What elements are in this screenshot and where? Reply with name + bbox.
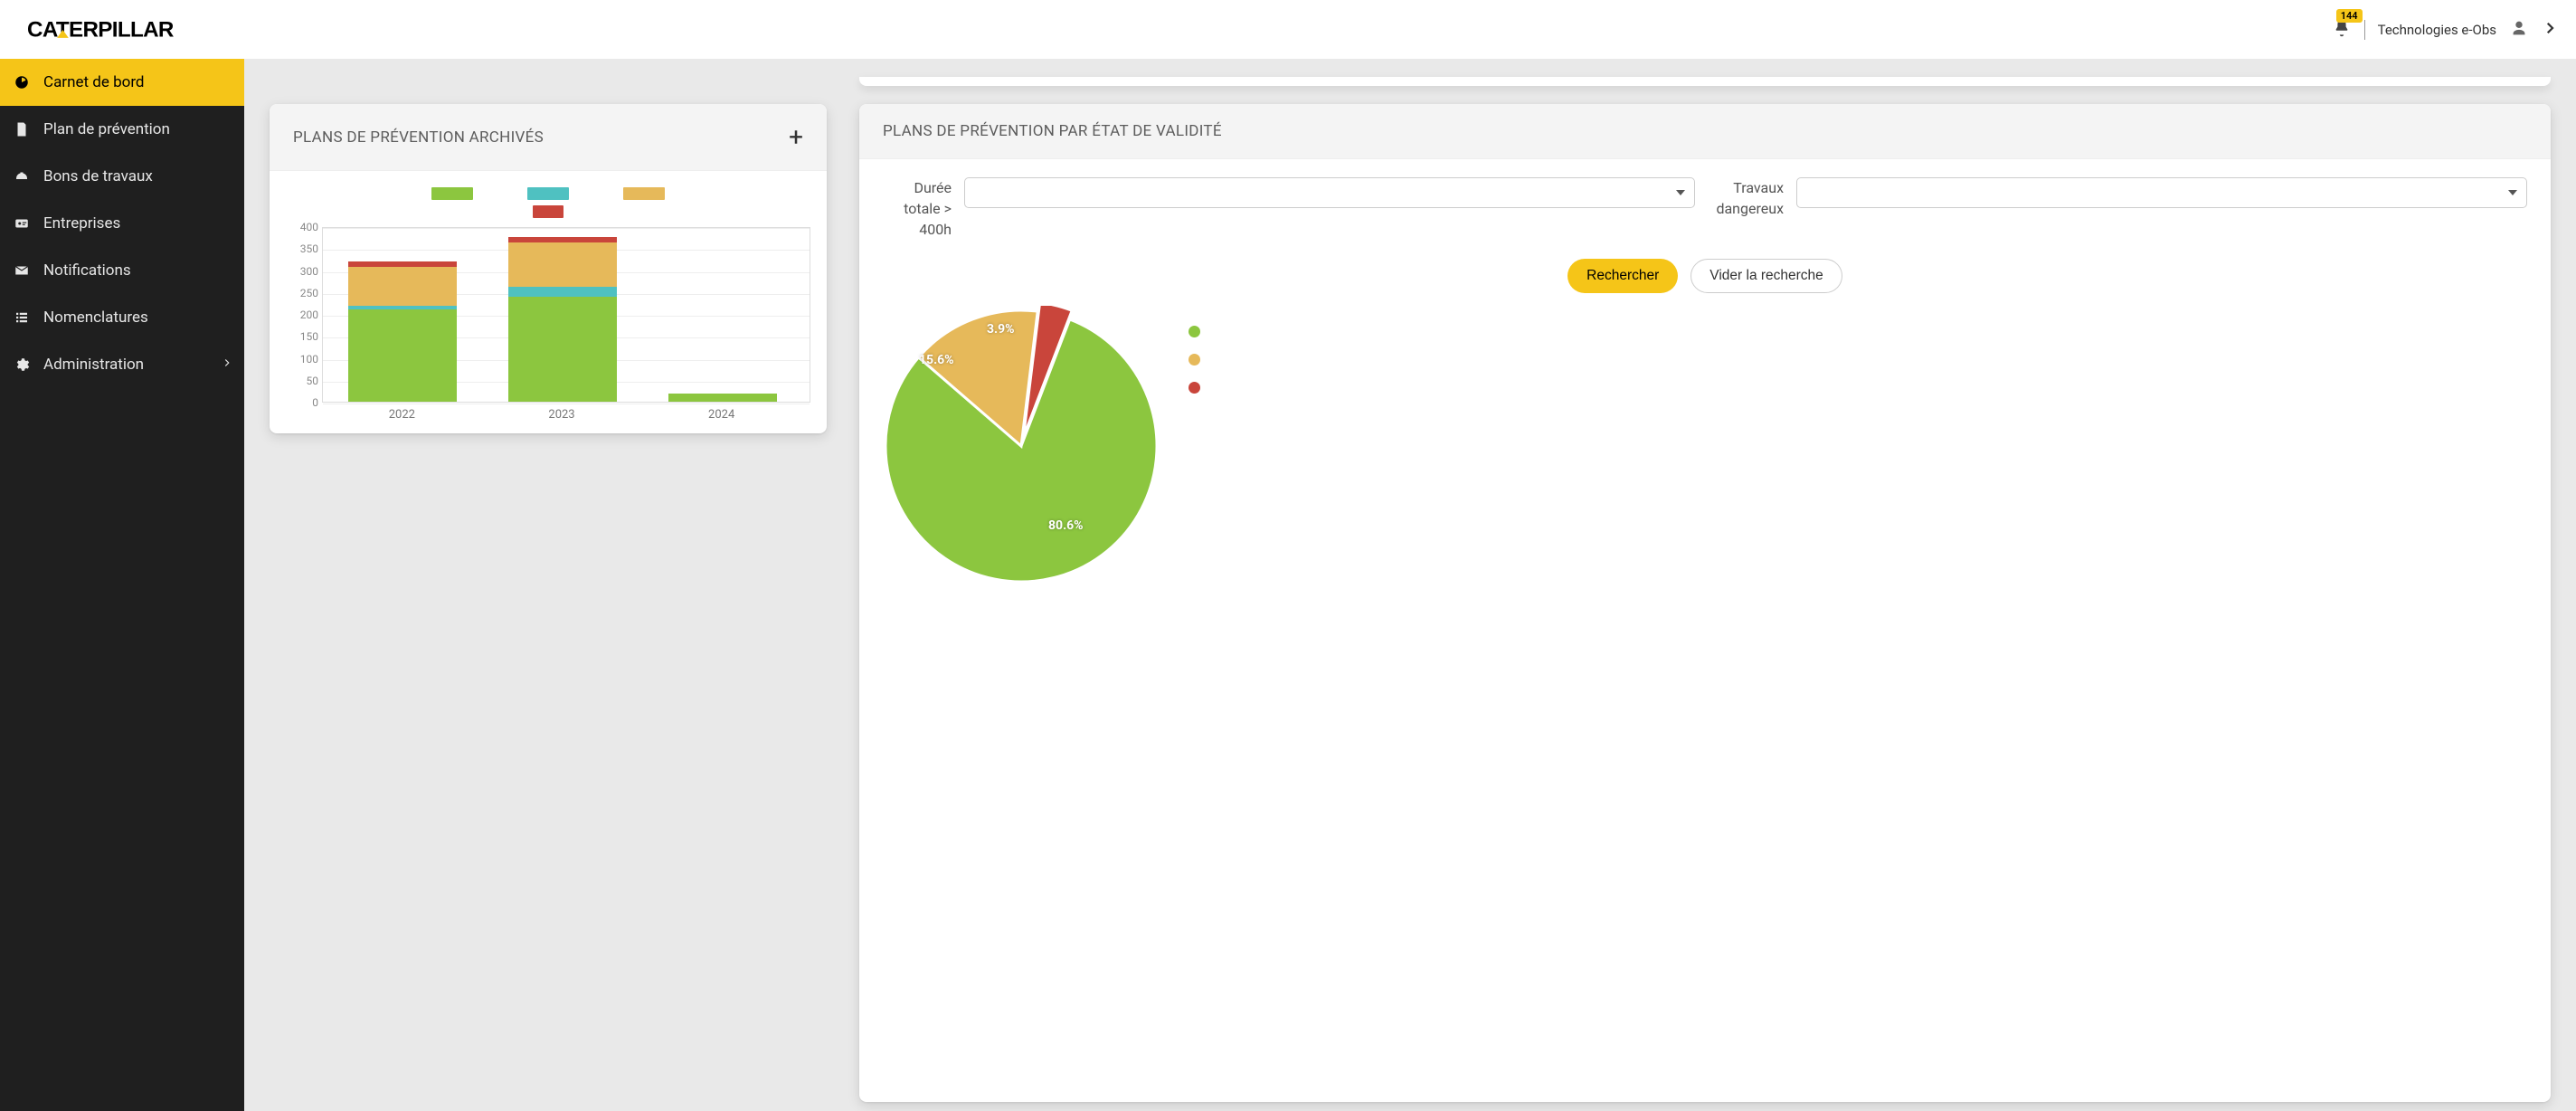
legend-swatch-teal bbox=[527, 187, 569, 200]
right-column: PLANS DE PRÉVENTION PAR ÉTAT DE VALIDITÉ… bbox=[859, 77, 2551, 1102]
sidebar-item-label: Nomenclatures bbox=[43, 309, 148, 327]
pie-chart: 80.6%15.6%3.9% bbox=[881, 306, 1161, 586]
chevron-right-icon bbox=[221, 356, 233, 374]
sidebar-item-notifications[interactable]: Notifications bbox=[0, 247, 244, 294]
topbar: CATERPILLAR 144 Technologies e-Obs bbox=[0, 0, 2576, 59]
filter-label: Durée totale > 400h bbox=[883, 177, 952, 241]
sidebar-item-label: Carnet de bord bbox=[43, 73, 145, 91]
sidebar-item-label: Entreprises bbox=[43, 214, 120, 233]
card-title: PLANS DE PRÉVENTION PAR ÉTAT DE VALIDITÉ bbox=[883, 122, 1222, 140]
search-button[interactable]: Rechercher bbox=[1567, 259, 1678, 293]
hardhat-icon bbox=[13, 168, 31, 185]
pie-legend-dot bbox=[1189, 354, 1200, 366]
user-icon[interactable] bbox=[2509, 18, 2529, 42]
divider bbox=[2364, 20, 2365, 40]
sidebar-item-administration[interactable]: Administration bbox=[0, 341, 244, 388]
danger-select[interactable] bbox=[1796, 177, 2527, 208]
clear-search-button[interactable]: Vider la recherche bbox=[1690, 259, 1842, 293]
left-column: PLANS DE PRÉVENTION ARCHIVÉS + 050100150… bbox=[270, 77, 827, 1102]
card-above-peek bbox=[859, 77, 2551, 86]
bar-chart-legend-row2 bbox=[282, 205, 814, 218]
card-validity-plans: PLANS DE PRÉVENTION PAR ÉTAT DE VALIDITÉ… bbox=[859, 104, 2551, 1102]
sidebar: Carnet de bord Plan de prévention Bons d… bbox=[0, 59, 244, 1111]
topbar-right: 144 Technologies e-Obs bbox=[2332, 18, 2558, 42]
filter-label: Travaux dangereux bbox=[1715, 177, 1784, 219]
card-header: PLANS DE PRÉVENTION ARCHIVÉS + bbox=[270, 104, 827, 171]
pie-legend-dot bbox=[1189, 382, 1200, 394]
legend-swatch-amber bbox=[623, 187, 665, 200]
filter-duration: Durée totale > 400h bbox=[883, 177, 1695, 241]
id-card-icon bbox=[13, 215, 31, 232]
caterpillar-wordmark: CATERPILLAR bbox=[27, 17, 223, 43]
card-archived-plans: PLANS DE PRÉVENTION ARCHIVÉS + 050100150… bbox=[270, 104, 827, 433]
dashboard-icon bbox=[13, 74, 31, 90]
add-button[interactable]: + bbox=[789, 122, 803, 152]
brand-logo: CATERPILLAR bbox=[27, 17, 223, 43]
bar-y-axis: 050100150200250300350400 bbox=[286, 227, 318, 403]
main-content: PLANS DE PRÉVENTION ARCHIVÉS + 050100150… bbox=[244, 59, 2576, 1111]
sidebar-item-prevention-plan[interactable]: Plan de prévention bbox=[0, 106, 244, 153]
mail-icon bbox=[13, 262, 31, 279]
pie-legend-dot bbox=[1189, 326, 1200, 337]
sidebar-item-label: Bons de travaux bbox=[43, 167, 153, 185]
bar-chart: 050100150200250300350400 202220232024 bbox=[322, 227, 810, 417]
svg-text:CATERPILLAR: CATERPILLAR bbox=[27, 17, 174, 42]
legend-swatch-green bbox=[431, 187, 473, 200]
gear-icon bbox=[13, 356, 31, 373]
legend-swatch-red bbox=[533, 205, 564, 218]
duration-select[interactable] bbox=[964, 177, 1695, 208]
sidebar-item-label: Notifications bbox=[43, 261, 131, 280]
sidebar-item-work-orders[interactable]: Bons de travaux bbox=[0, 153, 244, 200]
filter-danger: Travaux dangereux bbox=[1715, 177, 2527, 219]
bar-plot-area bbox=[322, 227, 810, 403]
sidebar-item-nomenclatures[interactable]: Nomenclatures bbox=[0, 294, 244, 341]
filters-row: Durée totale > 400h Travaux dangereux bbox=[859, 159, 2551, 246]
sidebar-item-label: Administration bbox=[43, 356, 144, 374]
notifications-bell[interactable]: 144 bbox=[2332, 18, 2352, 42]
card-header: PLANS DE PRÉVENTION PAR ÉTAT DE VALIDITÉ bbox=[859, 104, 2551, 159]
pie-chart-wrap: 80.6%15.6%3.9% bbox=[859, 302, 2551, 603]
card-body: 050100150200250300350400 202220232024 bbox=[270, 171, 827, 433]
pie-legend bbox=[1189, 306, 1200, 394]
sidebar-item-companies[interactable]: Entreprises bbox=[0, 200, 244, 247]
search-row: Rechercher Vider la recherche bbox=[859, 246, 2551, 302]
expand-chevron[interactable] bbox=[2542, 20, 2558, 40]
sidebar-item-label: Plan de prévention bbox=[43, 120, 170, 138]
sidebar-item-dashboard[interactable]: Carnet de bord bbox=[0, 59, 244, 106]
bar-chart-legend bbox=[282, 187, 814, 200]
notification-count-badge: 144 bbox=[2336, 9, 2363, 23]
list-icon bbox=[13, 309, 31, 326]
user-org-label: Technologies e-Obs bbox=[2378, 22, 2496, 38]
card-title: PLANS DE PRÉVENTION ARCHIVÉS bbox=[293, 128, 544, 147]
document-icon bbox=[13, 121, 31, 138]
